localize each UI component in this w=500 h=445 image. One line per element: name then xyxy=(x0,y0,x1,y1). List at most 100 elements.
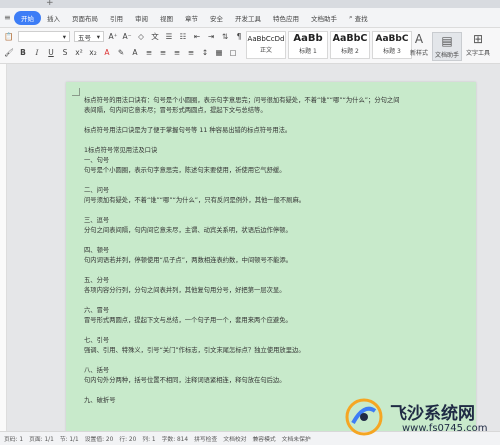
document-line: 五、分号 xyxy=(84,277,110,284)
document-body[interactable]: 标点符号的用法口诀有：句号是个小圆圈，表示句字意思完；问号很加有疑处，不着“谁”… xyxy=(84,96,464,406)
style-sample: AaBbC xyxy=(375,34,409,44)
shading-icon[interactable]: ▦ xyxy=(214,48,224,57)
tab-chapter[interactable]: 章节 xyxy=(179,13,204,23)
new-tab-icon[interactable]: + xyxy=(46,0,54,8)
document-line: 标点符号的用法口诀有：句号是个小圆圈，表示句字意思完；问号很加有疑处，不着“谁”… xyxy=(84,97,400,104)
tab-doc-assistant[interactable]: 文档助手 xyxy=(305,13,343,23)
style-heading-2[interactable]: AaBbC 标题 2 xyxy=(330,31,370,59)
tab-references[interactable]: 引用 xyxy=(104,13,129,23)
superscript-icon[interactable]: x² xyxy=(74,48,84,57)
chevron-down-icon: ▾ xyxy=(62,32,66,41)
title-bar: + xyxy=(0,0,500,8)
status-section: 节: 1/1 xyxy=(59,437,79,443)
document-line: 标点符号用法口诀是为了便于掌握句号等 11 种容易出错的标点符号用法。 xyxy=(84,127,292,134)
document-line: 句内句外分两种，括号位置不相同，注释词语紧相连，释句放在句后边。 xyxy=(84,377,286,384)
show-marks-icon[interactable]: ¶ xyxy=(234,32,244,41)
style-name: 标题 1 xyxy=(299,48,317,55)
document-line: 二、问号 xyxy=(84,187,110,194)
tab-page-layout[interactable]: 页面布局 xyxy=(66,13,104,23)
style-heading-1[interactable]: AaBb 标题 1 xyxy=(288,31,328,59)
tab-developer[interactable]: 开发工具 xyxy=(229,13,267,23)
font-size-select[interactable]: 五号 ▾ xyxy=(74,31,104,42)
protection-status[interactable]: 文档未保护 xyxy=(282,434,311,443)
chevron-down-icon: ▾ xyxy=(96,32,100,41)
sort-icon[interactable]: ⇅ xyxy=(220,32,230,41)
char-shading-icon[interactable]: A xyxy=(130,48,140,57)
doc-assistant-button[interactable]: ▤ 文档助手 xyxy=(432,32,463,61)
status-row: 行: 20 xyxy=(119,437,137,443)
phonetic-icon[interactable]: 文 xyxy=(150,31,160,42)
document-line: 1标点符号常见用法及口诀 xyxy=(84,147,158,154)
outdent-icon[interactable]: ⇤ xyxy=(192,32,202,41)
style-sample: AaBbC xyxy=(332,33,368,44)
style-gallery: AaBbCcDd 正文 AaBb 标题 1 AaBbC 标题 2 AaBbC 标… xyxy=(246,31,412,59)
underline-icon[interactable]: U xyxy=(46,48,56,57)
style-sample: AaBb xyxy=(293,33,323,44)
spell-check-toggle[interactable]: 拼写检查 xyxy=(194,434,217,443)
toolbar-row-format: 🖌 B I U S x² x₂ A ✎ A ≡ ≡ ≡ ≡ ↕ ▦ ▢ xyxy=(0,48,238,57)
strikethrough-icon[interactable]: S xyxy=(60,48,70,57)
font-color-icon[interactable]: A xyxy=(102,48,112,57)
tab-review[interactable]: 审阅 xyxy=(129,13,154,23)
bold-icon[interactable]: B xyxy=(18,48,28,57)
new-style-button[interactable]: A 新样式 xyxy=(410,32,428,57)
document-line: 六、冒号 xyxy=(84,307,110,314)
tab-home[interactable]: 开始 xyxy=(14,10,41,25)
paste-icon[interactable]: 📋 xyxy=(4,32,14,41)
search-button[interactable]: ⌕ 查找 xyxy=(343,13,374,23)
numbered-list-icon[interactable]: ☷ xyxy=(178,32,188,41)
tab-view[interactable]: 视图 xyxy=(154,13,179,23)
text-tool-button[interactable]: ⊞ 文字工具 xyxy=(466,32,490,57)
align-center-icon[interactable]: ≡ xyxy=(158,48,168,57)
status-set-value: 设置值: 20 xyxy=(84,437,114,443)
document-line: 各项内容分行列，分句之间表并列，其他复句用分号，好把第一层次显。 xyxy=(84,287,286,294)
style-name: 标题 2 xyxy=(341,48,359,55)
status-word-count[interactable]: 字数: 814 xyxy=(162,434,188,443)
document-line: 强调、引用、特殊义，引号“关门”作标志，引文末尾怎标点？独立使用放里边。 xyxy=(84,347,305,354)
grow-font-icon[interactable]: A⁺ xyxy=(108,32,118,41)
line-spacing-icon[interactable]: ↕ xyxy=(200,48,210,57)
indent-icon[interactable]: ⇥ xyxy=(206,32,216,41)
font-name-select[interactable]: ▾ xyxy=(18,31,70,42)
watermark-text: 飞沙系统网 xyxy=(390,404,475,424)
align-left-icon[interactable]: ≡ xyxy=(144,48,154,57)
toolbar-row-font: 📋 ▾ 五号 ▾ A⁺ A⁻ ◇ 文 ☰ ☷ ⇤ ⇥ ⇅ ¶ xyxy=(0,31,244,42)
shrink-font-icon[interactable]: A⁻ xyxy=(122,32,132,41)
document-line: 句号是个小圆圈，表示句字意思完，陈述句末要使用，祈使用它气舒缓。 xyxy=(84,167,286,174)
bullet-list-icon[interactable]: ☰ xyxy=(164,32,174,41)
tab-insert[interactable]: 插入 xyxy=(41,13,66,23)
clear-format-icon[interactable]: ◇ xyxy=(136,32,146,41)
site-watermark: 飞沙系统网 www.fs0745.com xyxy=(340,395,500,445)
tab-special-apps[interactable]: 特色应用 xyxy=(267,13,305,23)
document-workspace[interactable]: 标点符号的用法口诀有：句号是个小圆圈，表示句字意思完；问号很加有疑处，不着“谁”… xyxy=(0,64,500,431)
document-page[interactable]: 标点符号的用法口诀有：句号是个小圆圈，表示句字意思完；问号很加有疑处，不着“谁”… xyxy=(66,82,476,431)
document-line: 一、句号 xyxy=(84,157,110,164)
borders-icon[interactable]: ▢ xyxy=(228,48,238,57)
menu-icon[interactable]: ≡ xyxy=(4,13,12,22)
subscript-icon[interactable]: x₂ xyxy=(88,48,98,57)
search-icon: ⌕ xyxy=(349,13,353,21)
align-right-icon[interactable]: ≡ xyxy=(172,48,182,57)
style-name: 标题 3 xyxy=(383,48,401,55)
highlight-icon[interactable]: ✎ xyxy=(116,48,126,57)
document-line: 四、顿号 xyxy=(84,247,110,254)
doc-check-button[interactable]: 文档校对 xyxy=(223,434,246,443)
document-line: 表间隔，句内间它意未尽；冒号形式两圆点，提起下文与总结等。 xyxy=(84,107,267,114)
justify-icon[interactable]: ≡ xyxy=(186,48,196,57)
format-painter-icon[interactable]: 🖌 xyxy=(4,48,14,57)
style-heading-3[interactable]: AaBbC 标题 3 xyxy=(372,31,412,59)
document-line: 三、逗号 xyxy=(84,217,110,224)
style-normal[interactable]: AaBbCcDd 正文 xyxy=(246,31,286,59)
document-line: 冒号形式两圆点，提起下文与总结，一个句子用一个，套用来两个应避免。 xyxy=(84,317,292,324)
tab-security[interactable]: 安全 xyxy=(204,13,229,23)
ribbon-toolbar: 📋 ▾ 五号 ▾ A⁺ A⁻ ◇ 文 ☰ ☷ ⇤ ⇥ ⇅ ¶ 🖌 B I U S… xyxy=(0,28,500,64)
doc-assistant-label: 文档助手 xyxy=(435,52,460,59)
watermark-url: www.fs0745.com xyxy=(402,423,488,434)
italic-icon[interactable]: I xyxy=(32,48,42,57)
status-page[interactable]: 页码: 1 xyxy=(4,434,23,443)
